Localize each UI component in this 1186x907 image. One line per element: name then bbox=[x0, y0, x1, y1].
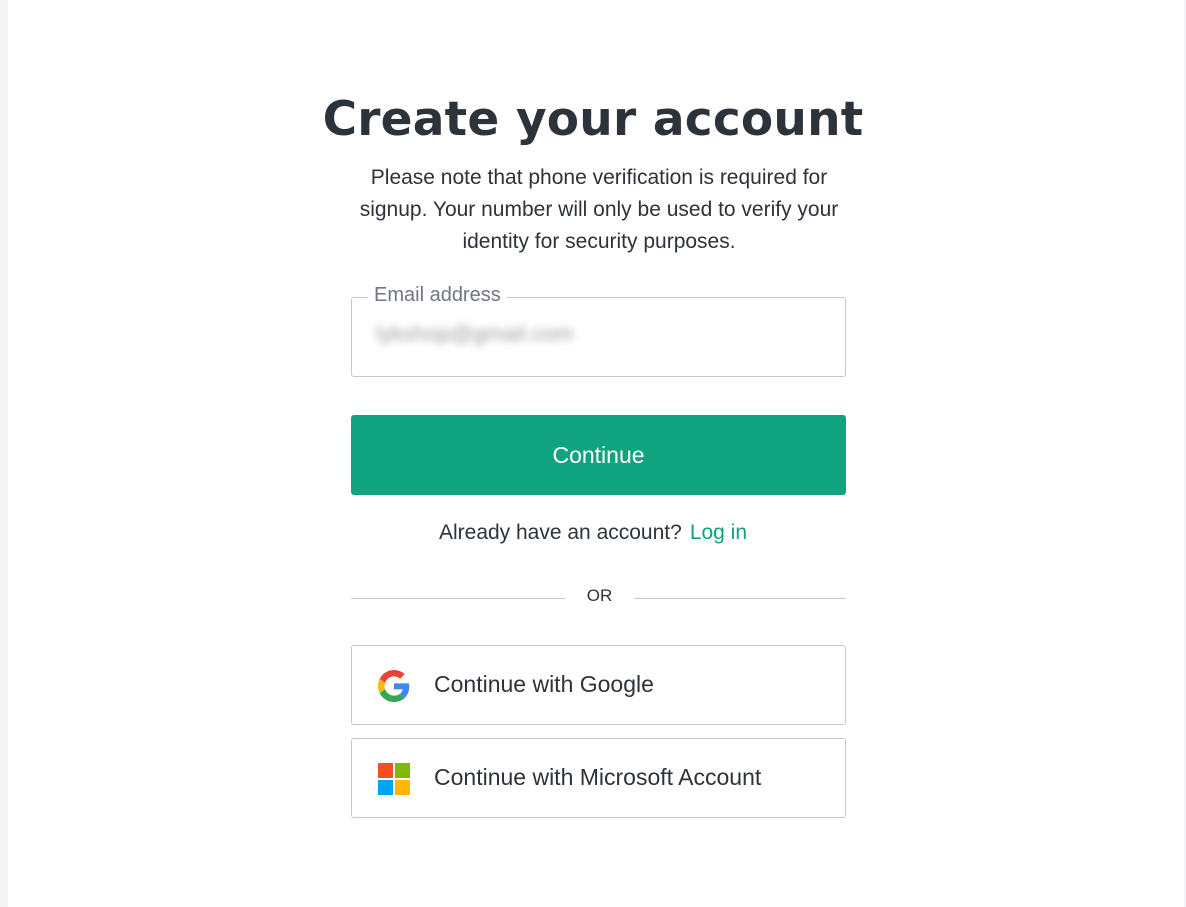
or-divider: OR bbox=[351, 585, 846, 611]
microsoft-icon bbox=[378, 763, 410, 795]
email-field-label: Email address bbox=[368, 282, 507, 308]
page-subtitle: Please note that phone verification is r… bbox=[359, 166, 839, 253]
login-prompt: Already have an account? Log in bbox=[0, 521, 1186, 545]
google-icon bbox=[378, 670, 410, 702]
divider-line-right bbox=[634, 598, 846, 599]
microsoft-button-label: Continue with Microsoft Account bbox=[434, 764, 762, 790]
email-input[interactable] bbox=[374, 320, 818, 348]
continue-with-google-button[interactable]: Continue with Google bbox=[351, 645, 846, 725]
continue-button[interactable]: Continue bbox=[351, 415, 846, 495]
divider-text: OR bbox=[586, 586, 613, 605]
divider-line-left bbox=[351, 598, 565, 599]
email-field[interactable]: Email address bbox=[351, 282, 846, 377]
google-button-label: Continue with Google bbox=[434, 671, 654, 697]
page-title: Create your account bbox=[322, 92, 864, 147]
continue-with-microsoft-button[interactable]: Continue with Microsoft Account bbox=[351, 738, 846, 818]
login-prompt-text: Already have an account? bbox=[438, 521, 682, 544]
login-link[interactable]: Log in bbox=[690, 521, 747, 544]
